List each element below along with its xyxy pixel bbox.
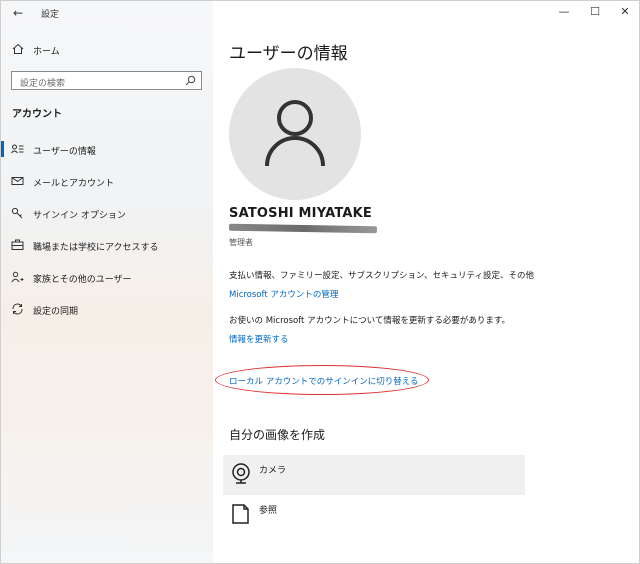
- camera-label: カメラ: [259, 466, 287, 476]
- active-indicator: [1, 141, 4, 157]
- sync-icon: [12, 303, 23, 315]
- sidebar-item-label: メールとアカウント: [33, 179, 115, 189]
- sidebar-item-email-accounts[interactable]: メールとアカウント: [1, 168, 213, 194]
- sidebar-item-family-users[interactable]: 家族とその他のユーザー: [1, 264, 213, 290]
- sidebar-item-label: 家族とその他のユーザー: [33, 275, 132, 285]
- camera-option[interactable]: カメラ: [223, 455, 525, 495]
- maximize-button[interactable]: ☐: [580, 3, 610, 21]
- sidebar-item-work-school[interactable]: 職場または学校にアクセスする: [1, 232, 213, 258]
- person-add-icon: [11, 271, 24, 283]
- browse-icon: [232, 504, 249, 524]
- redaction-mark: [228, 223, 378, 234]
- update-info-text: お使いの Microsoft アカウントについて情報を更新する必要があります。: [229, 316, 510, 326]
- close-button[interactable]: ✕: [610, 3, 639, 21]
- switch-local-account-link[interactable]: ローカル アカウントでのサインインに切り替える: [229, 375, 418, 387]
- title-bar: ← 設定: [1, 1, 213, 25]
- avatar: [229, 68, 361, 200]
- sidebar-item-signin-options[interactable]: サインイン オプション: [1, 200, 213, 226]
- key-icon: [11, 207, 23, 219]
- sidebar: ← 設定 ホーム 設定の検索 アカウント ユーザーの情報 メールとアカウント サ…: [1, 1, 213, 563]
- section-label-account: アカウント: [12, 109, 62, 120]
- sidebar-item-label: ホーム: [33, 47, 60, 57]
- sidebar-item-label: 職場または学校にアクセスする: [33, 243, 159, 253]
- sidebar-item-label: サインイン オプション: [33, 211, 126, 221]
- sidebar-item-label: 設定の同期: [33, 307, 79, 317]
- sidebar-item-home[interactable]: ホーム: [1, 39, 213, 61]
- app-title: 設定: [41, 10, 60, 20]
- user-name: SATOSHI MIYATAKE: [229, 206, 373, 221]
- settings-window: ← 設定 ホーム 設定の検索 アカウント ユーザーの情報 メールとアカウント サ…: [0, 0, 640, 564]
- create-picture-title: 自分の画像を作成: [229, 428, 326, 442]
- briefcase-icon: [11, 239, 24, 250]
- sidebar-item-user-info[interactable]: ユーザーの情報: [1, 136, 213, 162]
- user-role: 管理者: [229, 238, 253, 247]
- mail-icon: [11, 177, 24, 185]
- search-input[interactable]: 設定の検索: [11, 71, 202, 90]
- billing-info-text: 支払い情報、ファミリー設定、サブスクリプション、セキュリティ設定、その他: [229, 271, 534, 281]
- person-card-icon: [11, 144, 24, 154]
- update-info-link[interactable]: 情報を更新する: [229, 333, 289, 345]
- sidebar-item-sync-settings[interactable]: 設定の同期: [1, 296, 213, 322]
- camera-icon: [232, 463, 250, 484]
- search-icon: [185, 75, 196, 86]
- minimize-button[interactable]: —: [549, 3, 579, 21]
- home-icon: [12, 43, 24, 54]
- browse-option[interactable]: 参照: [223, 495, 525, 535]
- browse-label: 参照: [259, 506, 278, 516]
- sidebar-item-label: ユーザーの情報: [33, 147, 96, 157]
- search-placeholder: 設定の検索: [20, 79, 66, 89]
- back-arrow-icon[interactable]: ←: [9, 5, 27, 21]
- page-title: ユーザーの情報: [229, 44, 348, 64]
- manage-account-link[interactable]: Microsoft アカウントの管理: [229, 288, 338, 300]
- user-silhouette-icon: [265, 100, 325, 167]
